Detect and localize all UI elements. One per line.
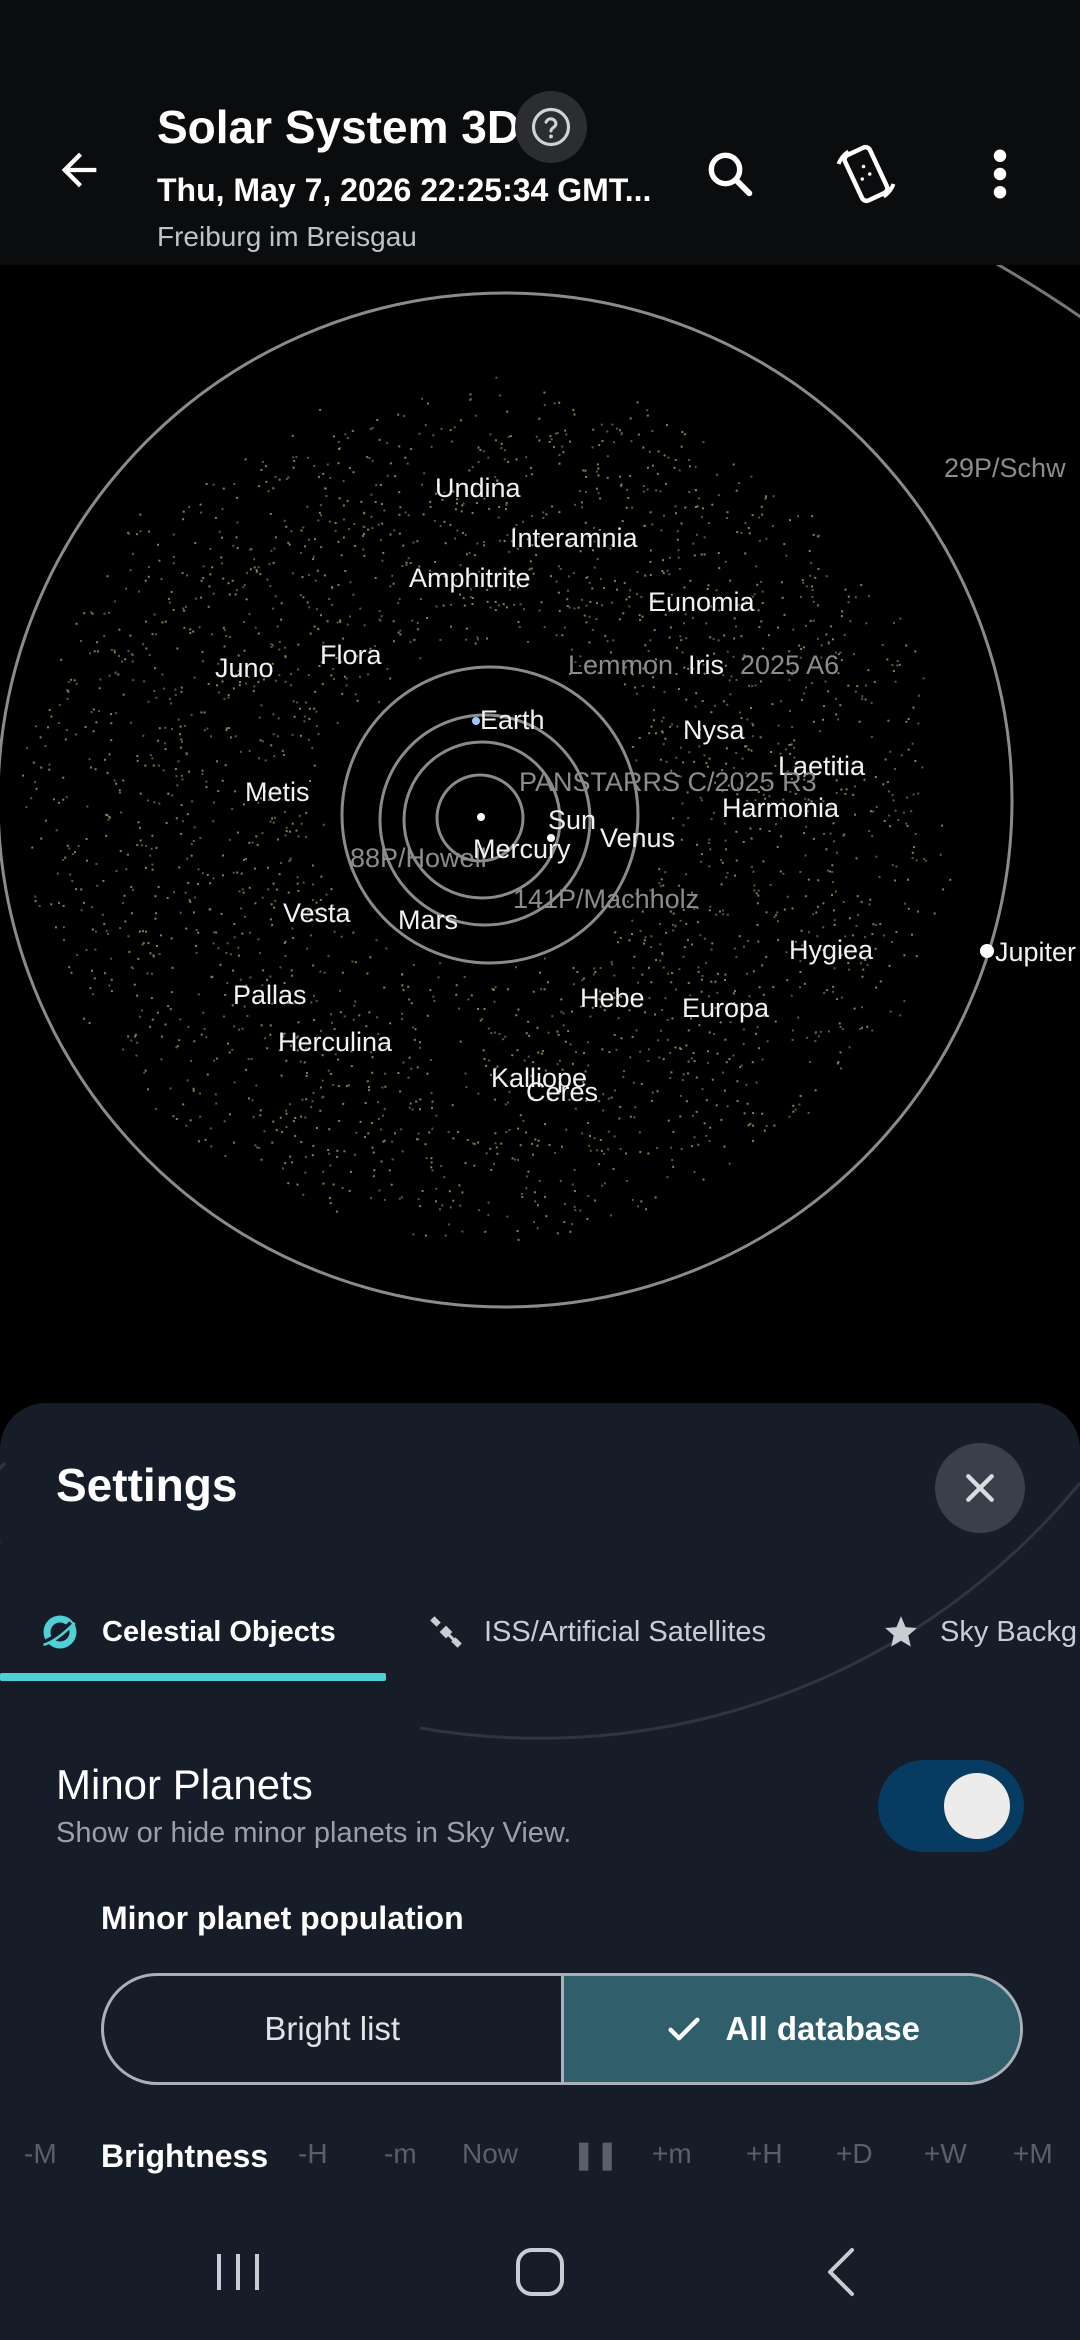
option-label: All database [725,2010,920,2047]
search-button[interactable] [694,138,766,210]
population-label: Minor planet population [101,1900,464,1936]
object-label-interamnia[interactable]: Interamnia [510,523,638,554]
object-label-amphitrite[interactable]: Amphitrite [409,563,531,594]
object-label-2025-a6[interactable]: 2025 A6 [740,650,839,681]
tab-sky-background[interactable]: Sky Backg [882,1593,1077,1671]
nav-back-icon [828,2248,854,2296]
object-label-hebe[interactable]: Hebe [580,983,645,1014]
option-label: Bright list [264,2010,401,2047]
datetime-text[interactable]: Thu, May 7, 2026 22:25:34 GMT... [157,172,651,209]
object-label-undina[interactable]: Undina [435,473,521,504]
settings-sheet: Settings Celestial Objects ISS/Artificia… [0,1403,1080,2203]
time-control: -M [24,2138,57,2169]
active-tab-indicator [0,1673,386,1681]
saturn-orbit-arc [995,265,1080,319]
object-label-metis[interactable]: Metis [245,777,310,808]
population-selector: Bright list All database [101,1973,1023,2085]
minor-planets-toggle[interactable] [878,1760,1024,1852]
help-button[interactable] [515,91,587,163]
object-label-ceres[interactable]: Ceres [526,1077,598,1108]
close-settings-button[interactable] [935,1443,1025,1533]
device-rotate-icon [836,144,896,204]
device-rotate-button[interactable] [826,138,906,210]
object-label-29p-schw[interactable]: 29P/Schw [944,453,1066,484]
settings-tabs: Celestial Objects ISS/Artificial Satelli… [0,1593,1080,1675]
object-label-sun[interactable]: Sun [548,805,596,836]
bright-list-option[interactable]: Bright list [104,1976,564,2082]
close-icon [966,1474,994,1502]
time-control: -m [384,2138,417,2169]
nav-back-button[interactable] [782,2227,902,2317]
object-label-lemmon[interactable]: Lemmon [568,650,673,681]
more-options-button[interactable] [970,138,1030,210]
system-nav-bar [0,2203,1080,2340]
all-database-option[interactable]: All database [563,1976,1020,2082]
object-label-jupiter[interactable]: Jupiter [995,937,1076,968]
time-control: +D [836,2138,873,2169]
tab-label: Sky Backg [940,1615,1077,1648]
home-icon [516,2248,564,2296]
tab-iss-satellites[interactable]: ISS/Artificial Satellites [428,1593,766,1671]
location-text[interactable]: Freiburg im Breisgau [157,221,417,253]
object-label-mars[interactable]: Mars [398,905,458,936]
object-label-iris[interactable]: Iris [688,650,724,681]
object-label-eunomia[interactable]: Eunomia [648,587,755,618]
time-control: Now [462,2138,519,2169]
search-icon [708,152,753,197]
planet-icon [41,1615,77,1649]
tab-celestial-objects[interactable]: Celestial Objects [38,1593,336,1671]
more-vert-icon [993,149,1007,199]
earth-dot [472,717,480,725]
toggle-knob [944,1773,1010,1839]
object-label-88p-howell[interactable]: 88P/Howell [350,843,487,874]
page-title: Solar System 3D [157,101,521,153]
object-label-141p-machholz[interactable]: 141P/Machholz [513,884,699,915]
back-button[interactable] [44,135,114,205]
object-label-nysa[interactable]: Nysa [683,715,745,746]
object-label-herculina[interactable]: Herculina [278,1027,392,1058]
object-label-flora[interactable]: Flora [320,640,382,671]
minor-planets-title: Minor Planets [56,1761,313,1808]
object-label-europa[interactable]: Europa [682,993,769,1024]
time-control: -H [298,2138,328,2169]
tab-label: ISS/Artificial Satellites [484,1615,767,1648]
pause-icon: ❚❚ [572,2139,619,2170]
recents-button[interactable] [178,2227,298,2317]
back-arrow-icon [61,152,97,188]
time-control: +M [1013,2138,1053,2169]
time-control: +H [746,2138,783,2169]
time-control: +m [652,2138,692,2169]
object-label-pallas[interactable]: Pallas [233,980,307,1011]
time-control: +W [924,2138,967,2169]
app-bar: Solar System 3D Thu, May 7, 2026 22:25:3… [0,0,1080,265]
sun-dot [477,813,485,821]
object-label-juno[interactable]: Juno [215,653,274,684]
tab-label: Celestial Objects [102,1615,336,1648]
recents-icon [217,2254,259,2290]
object-label-venus[interactable]: Venus [600,823,675,854]
check-icon [664,2009,704,2049]
object-label-mercury[interactable]: Mercury [473,834,571,865]
settings-title: Settings [56,1459,238,1511]
solar-system-view[interactable]: Undina Interamnia Amphitrite Eunomia Juno Flo… [0,265,1080,1405]
minor-planets-description: Show or hide minor planets in Sky View. [56,1817,572,1849]
jupiter-orbit [0,291,1014,1309]
brightness-label: Brightness [101,2138,269,2174]
object-label-vesta[interactable]: Vesta [283,898,351,929]
satellite-icon [430,1616,462,1648]
object-label-earth[interactable]: Earth [480,705,545,736]
help-icon [531,107,571,147]
object-label-harmonia[interactable]: Harmonia [722,793,839,824]
star-icon [885,1616,917,1647]
jupiter-dot [980,944,994,958]
home-button[interactable] [480,2227,600,2317]
object-label-hygiea[interactable]: Hygiea [789,935,873,966]
